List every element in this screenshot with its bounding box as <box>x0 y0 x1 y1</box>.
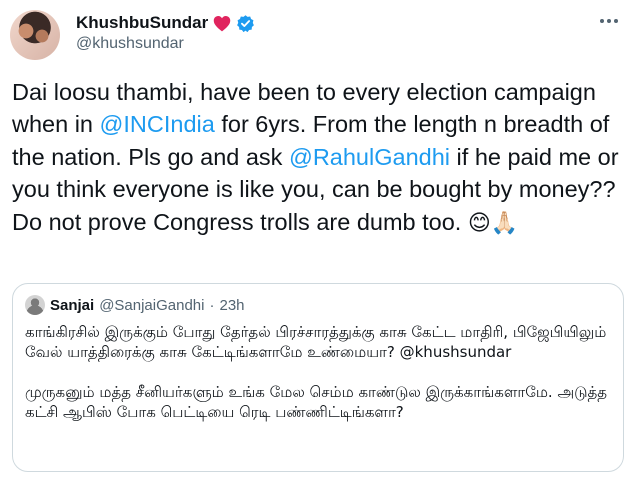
quoted-author-name: Sanjai <box>50 296 95 314</box>
red-heart-icon <box>213 15 231 31</box>
verified-badge-icon <box>237 14 255 32</box>
quoted-author-handle: @SanjaiGandhi <box>99 296 205 314</box>
quoted-paragraph: முருகனும் மத்த சீனியர்களும் உங்க மேல செம… <box>25 383 608 421</box>
separator-dot: · <box>209 296 215 314</box>
quoted-tweet-text: காங்கிரசில் இருக்கும் போது தேர்தல் பிரச்… <box>25 322 613 422</box>
author-name-row: KhushbuSundar <box>76 12 255 34</box>
more-options-icon[interactable] <box>596 14 622 28</box>
author-display-name[interactable]: KhushbuSundar <box>76 13 208 33</box>
quoted-tweet-card[interactable]: Sanjai @SanjaiGandhi · 23h காங்கிரசில் இ… <box>12 283 624 472</box>
emoji-smile-pray-icon: 😊🙏🏻 <box>467 210 519 236</box>
mention-link[interactable]: @RahulGandhi <box>289 144 450 170</box>
quoted-paragraph: காங்கிரசில் இருக்கும் போது தேர்தல் பிரச்… <box>25 323 607 361</box>
mention-link[interactable]: @INCIndia <box>100 111 215 137</box>
quoted-author-avatar <box>25 295 45 315</box>
author-avatar[interactable] <box>10 10 60 60</box>
quoted-tweet-time: 23h <box>219 296 245 314</box>
tweet: KhushbuSundar @khushsundar Dai loosu tha… <box>0 0 640 478</box>
author-handle[interactable]: @khushsundar <box>76 35 184 53</box>
tweet-text: Dai loosu thambi, have been to every ele… <box>12 76 632 240</box>
quoted-tweet-header: Sanjai @SanjaiGandhi · 23h <box>25 295 245 315</box>
